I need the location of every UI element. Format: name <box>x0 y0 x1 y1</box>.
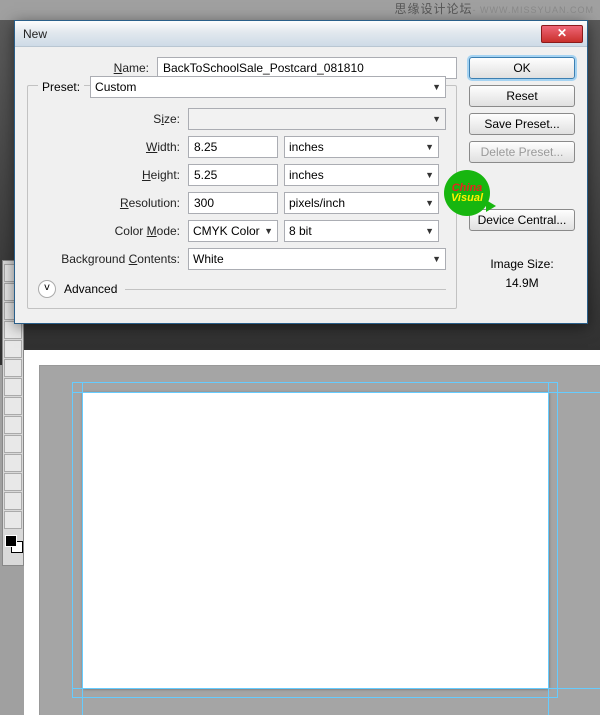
width-unit-select[interactable]: inches▼ <box>284 136 439 158</box>
height-unit-select[interactable]: inches▼ <box>284 164 439 186</box>
tool-item[interactable] <box>4 359 22 377</box>
foreground-color-swatch[interactable] <box>5 535 17 547</box>
chevron-down-icon: ▼ <box>425 198 434 208</box>
canvas[interactable] <box>82 392 548 688</box>
dialog-title: New <box>23 27 541 41</box>
advanced-toggle[interactable]: ⅴ <box>38 280 56 298</box>
bg-label: Background Contents: <box>38 252 188 266</box>
tool-item[interactable] <box>4 378 22 396</box>
close-button[interactable]: ✕ <box>541 25 583 43</box>
divider <box>125 289 446 290</box>
ruler-vertical[interactable] <box>24 365 40 715</box>
guide-horizontal[interactable] <box>72 688 600 689</box>
dialog-titlebar[interactable]: New ✕ <box>15 21 587 47</box>
watermark-en: - WWW.MISSYUAN.COM <box>473 5 595 15</box>
image-size-display: Image Size: 14.9M <box>469 255 575 293</box>
chevron-down-icon: ▼ <box>432 82 441 92</box>
delete-preset-button: Delete Preset... <box>469 141 575 163</box>
tool-item[interactable] <box>4 397 22 415</box>
guide-horizontal[interactable] <box>72 392 600 393</box>
canvas-area[interactable] <box>40 366 600 715</box>
resolution-input[interactable] <box>188 192 278 214</box>
colormode-label: Color Mode: <box>38 224 188 238</box>
resolution-label: Resolution: <box>38 196 188 210</box>
size-label: Size: <box>38 112 188 126</box>
color-swatches[interactable] <box>3 533 23 563</box>
watermark: 思缘设计论坛- WWW.MISSYUAN.COM <box>394 0 594 17</box>
advanced-label: Advanced <box>64 282 117 296</box>
width-label: Width: <box>38 140 188 154</box>
image-size-value: 14.9M <box>469 274 575 293</box>
image-size-label: Image Size: <box>469 255 575 274</box>
bg-select[interactable]: White▼ <box>188 248 446 270</box>
save-preset-button[interactable]: Save Preset... <box>469 113 575 135</box>
colordepth-select[interactable]: 8 bit▼ <box>284 220 439 242</box>
preset-label: Preset: <box>42 80 80 94</box>
preset-select[interactable]: Custom ▼ <box>90 76 446 98</box>
watermark-badge: China Visual <box>444 170 502 220</box>
chevron-down-icon: ▼ <box>432 114 441 124</box>
tool-item[interactable] <box>4 454 22 472</box>
colormode-select[interactable]: CMYK Color▼ <box>188 220 278 242</box>
preset-value: Custom <box>95 80 136 94</box>
tool-item[interactable] <box>4 511 22 529</box>
tool-item[interactable] <box>4 416 22 434</box>
chevron-down-icon: ▼ <box>425 226 434 236</box>
tool-item[interactable] <box>4 492 22 510</box>
tool-item[interactable] <box>4 340 22 358</box>
chevron-down-icon: ▼ <box>264 226 273 236</box>
chevron-down-icon: ▼ <box>432 254 441 264</box>
size-select: ▼ <box>188 108 446 130</box>
chevron-down-icon: ▼ <box>425 170 434 180</box>
height-input[interactable] <box>188 164 278 186</box>
height-label: Height: <box>38 168 188 182</box>
badge-line2: Visual <box>451 192 483 204</box>
guide-vertical[interactable] <box>548 382 549 715</box>
chevron-down-icon: ▼ <box>425 142 434 152</box>
preset-group: Preset: Custom▼ Size: ▼ Width: inches▼ <box>27 85 457 309</box>
tool-item[interactable] <box>4 473 22 491</box>
resolution-unit-select[interactable]: pixels/inch▼ <box>284 192 439 214</box>
ruler-horizontal[interactable] <box>24 350 600 366</box>
ok-button[interactable]: OK <box>469 57 575 79</box>
watermark-cn: 思缘设计论坛 <box>394 2 472 16</box>
reset-button[interactable]: Reset <box>469 85 575 107</box>
width-input[interactable] <box>188 136 278 158</box>
tool-item[interactable] <box>4 435 22 453</box>
guide-vertical[interactable] <box>82 382 83 715</box>
